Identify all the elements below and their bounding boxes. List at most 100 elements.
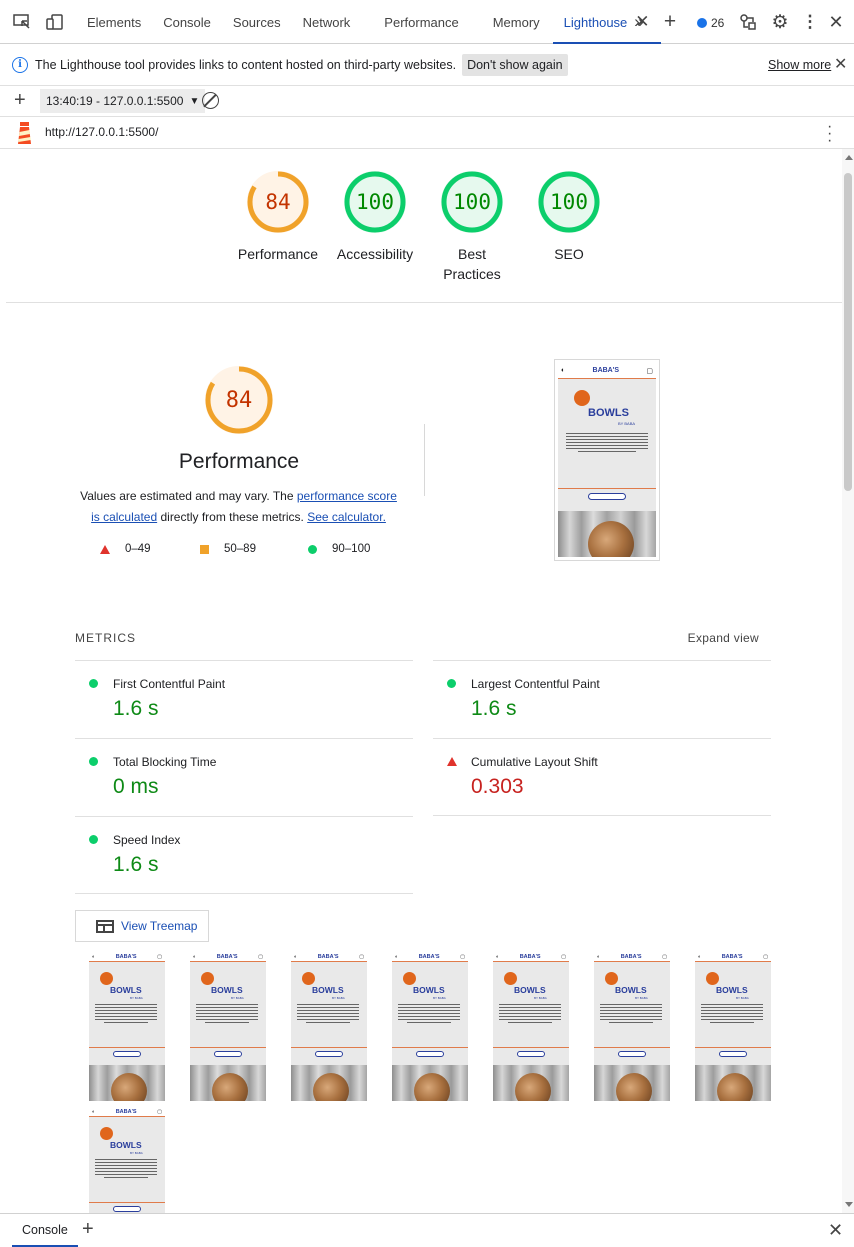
- add-drawer-tab-icon[interactable]: +: [82, 1218, 94, 1241]
- add-tab-icon[interactable]: +: [658, 10, 682, 34]
- preview-bag-icon: ▢: [157, 1108, 162, 1115]
- tab-memory[interactable]: Memory: [482, 0, 553, 44]
- preview-bowl: [515, 1073, 551, 1101]
- tab-network[interactable]: Network: [292, 0, 374, 44]
- report-select[interactable]: 13:40:19 - 127.0.0.1:5500 ▼: [40, 89, 206, 113]
- inspect-element-icon[interactable]: [10, 10, 34, 34]
- preview-bowl: [717, 1073, 753, 1101]
- gauge-best-practices[interactable]: 100 Best Practices: [422, 169, 522, 284]
- preview-rule: [89, 1047, 165, 1048]
- metric-value: 1.6 s: [113, 697, 159, 720]
- preview-header: ◐ BABA'S ▢: [89, 1107, 165, 1117]
- issues-badge[interactable]: 26: [697, 16, 724, 30]
- filmstrip-frame: ◐ BABA'S ▢ BOWLS BY BABA: [493, 952, 569, 1101]
- new-report-icon[interactable]: +: [14, 89, 26, 112]
- dont-show-again-button[interactable]: Don't show again: [462, 53, 568, 76]
- preview-header: ◐ BABA'S ▢: [291, 952, 367, 962]
- info-icon: i: [12, 56, 28, 73]
- final-screenshot[interactable]: ◐ BABA'S ▢ BOWLS BY BABA: [554, 359, 660, 561]
- metric-name: Cumulative Layout Shift: [471, 755, 598, 769]
- close-drawer-icon[interactable]: ✕: [828, 1220, 843, 1241]
- frame-preview: ◐ BABA'S ▢ BOWLS BY BABA: [89, 1107, 165, 1213]
- preview-bag-icon: ▢: [258, 953, 263, 960]
- metric-speed-index: Speed Index 1.6 s: [75, 816, 413, 894]
- report-url: http://127.0.0.1:5500/: [45, 125, 159, 139]
- metric-name: First Contentful Paint: [113, 677, 226, 691]
- preview-paragraph: [566, 433, 648, 454]
- gauge-label: Best Practices: [443, 246, 501, 282]
- scroll-down-arrow-icon[interactable]: [845, 1202, 853, 1207]
- metric-cls: Cumulative Layout Shift 0.303: [433, 738, 771, 816]
- preview-moon-icon: ◐: [561, 367, 566, 374]
- metric-name: Total Blocking Time: [113, 755, 217, 769]
- preview-bowl: [414, 1073, 450, 1101]
- preview-paragraph: [297, 1004, 359, 1025]
- preview-bowl: [212, 1073, 248, 1101]
- preview-subheading: BY BABA: [736, 996, 749, 1000]
- report-select-value: 13:40:19 - 127.0.0.1:5500: [46, 94, 184, 108]
- preview-paragraph: [398, 1004, 460, 1025]
- performance-large-gauge: 84 Performance: [166, 364, 312, 474]
- preview-bowl-image: [291, 1065, 367, 1101]
- preview-header: ◐ BABA'S ▢: [558, 363, 656, 379]
- view-treemap-button[interactable]: View Treemap: [75, 910, 209, 942]
- pass-circle-icon: [89, 757, 98, 766]
- scroll-thumb[interactable]: [844, 173, 852, 491]
- clear-all-icon[interactable]: [202, 92, 219, 109]
- customize-icon[interactable]: [736, 10, 760, 34]
- preview-bowl: [616, 1073, 652, 1101]
- gauge-value: 84: [265, 190, 291, 214]
- drawer-tab-console[interactable]: Console: [12, 1214, 78, 1247]
- show-more-link[interactable]: Show more: [768, 58, 831, 72]
- legend-average-label: 50–89: [224, 543, 256, 555]
- close-devtools-icon[interactable]: ✕: [824, 10, 848, 34]
- pass-circle-icon: [447, 679, 456, 688]
- preview-orange-dot: [302, 972, 315, 985]
- gauge-accessibility[interactable]: 100 Accessibility: [325, 169, 425, 264]
- description-text: Values are estimated and may vary. The: [80, 489, 297, 503]
- preview-heading: BOWLS: [110, 1140, 142, 1150]
- expand-view-toggle[interactable]: Expand view: [688, 631, 759, 645]
- preview-brand: BABA'S: [216, 953, 238, 960]
- preview-brand: BABA'S: [115, 1108, 137, 1115]
- dropdown-arrow-icon: ▼: [189, 95, 200, 107]
- frame-preview: ◐ BABA'S ▢ BOWLS BY BABA: [392, 952, 468, 1101]
- preview-brand: BABA'S: [519, 953, 541, 960]
- scroll-up-arrow-icon[interactable]: [845, 155, 853, 160]
- gauge-label: SEO: [554, 246, 584, 262]
- report-menu-icon[interactable]: · · ·: [827, 119, 832, 149]
- device-toolbar-icon[interactable]: [43, 10, 67, 34]
- issues-icon: [697, 18, 707, 28]
- issues-count: 26: [711, 16, 725, 30]
- tab-performance[interactable]: Performance: [373, 0, 481, 44]
- see-calculator-link[interactable]: See calculator.: [307, 510, 386, 524]
- performance-title: Performance: [178, 450, 300, 473]
- filmstrip-frame: ◐ BABA'S ▢ BOWLS BY BABA: [291, 952, 367, 1101]
- gauge-performance[interactable]: 84 Performance: [228, 169, 328, 264]
- preview-heading: BOWLS: [312, 985, 344, 995]
- preview-button: [517, 1051, 545, 1057]
- preview-moon-icon: ◐: [92, 953, 96, 960]
- settings-gear-icon[interactable]: ⚙: [768, 10, 792, 34]
- pass-circle-icon: [89, 835, 98, 844]
- preview-heading: BOWLS: [514, 985, 546, 995]
- report-url-bar: http://127.0.0.1:5500/ · · ·: [0, 117, 854, 149]
- preview-header: ◐ BABA'S ▢: [695, 952, 771, 962]
- report-scrollbar[interactable]: [842, 149, 854, 1213]
- tab-elements[interactable]: Elements: [76, 0, 152, 44]
- tab-sources[interactable]: Sources: [222, 0, 292, 44]
- more-tabs-icon[interactable]: »: [627, 10, 651, 34]
- gauge-seo[interactable]: 100 SEO: [519, 169, 619, 264]
- preview-paragraph: [499, 1004, 561, 1025]
- more-options-icon[interactable]: ⋮: [798, 10, 822, 34]
- infobar-close-icon[interactable]: ✕: [834, 54, 847, 74]
- preview-heading: BOWLS: [615, 985, 647, 995]
- frame-preview: ◐ BABA'S ▢ BOWLS BY BABA: [594, 952, 670, 1101]
- metric-fcp: First Contentful Paint 1.6 s: [75, 660, 413, 738]
- tab-console[interactable]: Console: [152, 0, 222, 44]
- preview-bowl-image: [695, 1065, 771, 1101]
- preview-bowl-image: [190, 1065, 266, 1101]
- frame-preview: ◐ BABA'S ▢ BOWLS BY BABA: [291, 952, 367, 1101]
- filmstrip-frame: ◐ BABA'S ▢ BOWLS BY BABA: [89, 952, 165, 1101]
- preview-moon-icon: ◐: [193, 953, 197, 960]
